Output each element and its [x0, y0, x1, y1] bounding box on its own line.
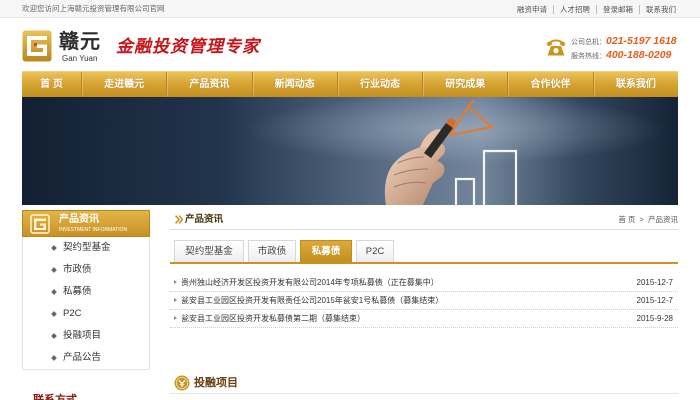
breadcrumb-home[interactable]: 首 页: [618, 215, 635, 224]
nav-item-research[interactable]: 研究成果: [423, 72, 509, 97]
welcome-text: 欢迎您访问上海赣元投资管理有限公司官网: [22, 4, 165, 13]
tab-contract-fund[interactable]: 契约型基金: [174, 240, 244, 262]
slogan: 金融投资管理专家: [116, 37, 260, 57]
sidebar-item-contract-fund[interactable]: 契约型基金: [23, 237, 149, 259]
breadcrumb-current: 产品资讯: [648, 215, 678, 224]
hotline-block: 公司总机：021-5197 1618 服务热线：400-188-0209: [545, 33, 678, 61]
gan-yuan-logo-icon: [30, 214, 50, 234]
top-link-careers[interactable]: 人才招聘: [553, 4, 596, 14]
sidebar-item-label: 产品公告: [63, 352, 102, 363]
list-item[interactable]: 瓮安县工业园区投资开发有限责任公司2015年瓮安1号私募债（募集结束） 2015…: [170, 292, 678, 310]
sidebar-item-p2c[interactable]: P2C: [23, 303, 149, 325]
content-header: 产品资讯 首 页 > 产品资讯: [170, 210, 678, 230]
sidebar-header: 产品资讯 INVESTMENT INFORMATION: [22, 210, 150, 237]
top-link-contact[interactable]: 联系我们: [639, 4, 678, 14]
diamond-bullet-icon: [51, 311, 57, 317]
tab-p2c[interactable]: P2C: [356, 240, 394, 262]
diamond-bullet-icon: [51, 355, 57, 361]
page-title: 产品资讯: [185, 214, 224, 225]
top-link-mail-login[interactable]: 登录邮箱: [596, 4, 639, 14]
brand-name-cn: 赣元: [59, 31, 101, 53]
phone-icon: [546, 39, 566, 56]
investment-projects-section-header: 投融项目: [170, 373, 678, 394]
coin-badge-icon: [174, 375, 190, 391]
list-item-title[interactable]: 瓮安县工业园区投资开发私募债第二期（募集结束）: [181, 310, 365, 327]
triangle-bullet-icon: [174, 298, 177, 302]
diamond-bullet-icon: [51, 267, 57, 273]
nav-item-news[interactable]: 新闻动态: [253, 72, 338, 97]
product-list: 贵州独山经济开发区投资开发有限公司2014年专项私募债（正在募集中） 2015-…: [170, 274, 678, 328]
section-title: 投融项目: [194, 377, 238, 389]
top-bar: 欢迎您访问上海赣元投资管理有限公司官网 融资申请 人才招聘 登录邮箱 联系我们: [0, 0, 700, 18]
double-chevron-icon: [175, 215, 183, 224]
sidebar-contact-title: 联系方式: [33, 394, 77, 400]
sidebar-item-product-notices[interactable]: 产品公告: [23, 347, 149, 369]
hotline-service-label: 服务热线：: [571, 53, 606, 60]
triangle-bullet-icon: [174, 316, 177, 320]
hotline-service-number: 400-188-0209: [606, 49, 672, 61]
list-item[interactable]: 瓮安县工业园区投资开发私募债第二期（募集结束） 2015-9-28: [170, 310, 678, 328]
page: 欢迎您访问上海赣元投资管理有限公司官网 融资申请 人才招聘 登录邮箱 联系我们 …: [0, 0, 700, 400]
list-item-date: 2015-9-28: [636, 314, 673, 323]
sidebar-item-label: 契约型基金: [63, 242, 111, 253]
sidebar-item-label: 市政债: [63, 264, 92, 275]
brand-name-en: Gan Yuan: [62, 54, 98, 63]
banner-glow: [22, 97, 678, 205]
gan-yuan-logo-icon: [22, 30, 52, 62]
nav-item-partners[interactable]: 合作伙伴: [508, 72, 594, 97]
breadcrumb-separator: >: [639, 215, 644, 224]
top-links: 融资申请 人才招聘 登录邮箱 联系我们: [511, 0, 678, 18]
nav-item-industry[interactable]: 行业动态: [338, 72, 424, 97]
breadcrumb: 首 页 > 产品资讯: [616, 210, 678, 229]
nav-item-about[interactable]: 走进赣元: [82, 72, 168, 97]
product-tabs: 契约型基金 市政债 私募债 P2C: [170, 240, 678, 264]
sidebar-item-label: 投融项目: [63, 330, 102, 341]
diamond-bullet-icon: [51, 245, 57, 251]
sidebar-item-label: 私募债: [63, 286, 92, 297]
sidebar-item-private-bond[interactable]: 私募债: [23, 281, 149, 303]
list-item-date: 2015-12-7: [636, 296, 673, 305]
brand-logo-link[interactable]: 赣元 Gan Yuan: [22, 29, 108, 64]
hotline-main-label: 公司总机：: [571, 39, 606, 46]
tab-municipal-bond[interactable]: 市政债: [248, 240, 296, 262]
tab-private-bond[interactable]: 私募债: [300, 240, 352, 262]
main-nav: 首 页 走进赣元 产品资讯 新闻动态 行业动态 研究成果 合作伙伴 联系我们: [22, 71, 678, 97]
list-item-title[interactable]: 贵州独山经济开发区投资开发有限公司2014年专项私募债（正在募集中）: [181, 274, 439, 291]
list-item-title[interactable]: 瓮安县工业园区投资开发有限责任公司2015年瓮安1号私募债（募集结束）: [181, 292, 443, 309]
sidebar-item-municipal-bond[interactable]: 市政债: [23, 259, 149, 281]
sidebar-menu: 契约型基金 市政债 私募债 P2C 投融项目 产品公告: [22, 237, 150, 370]
list-item[interactable]: 贵州独山经济开发区投资开发有限公司2014年专项私募债（正在募集中） 2015-…: [170, 274, 678, 292]
sidebar-item-label: P2C: [63, 308, 82, 319]
hotline-main-number: 021-5197 1618: [606, 35, 677, 47]
sidebar-item-investment-projects[interactable]: 投融项目: [23, 325, 149, 347]
diamond-bullet-icon: [51, 289, 57, 295]
list-item-date: 2015-12-7: [636, 278, 673, 287]
diamond-bullet-icon: [51, 333, 57, 339]
top-link-financing[interactable]: 融资申请: [511, 5, 553, 14]
hotline-service: 服务热线：400-188-0209: [571, 47, 671, 63]
nav-item-products[interactable]: 产品资讯: [167, 72, 253, 97]
triangle-bullet-icon: [174, 280, 177, 284]
banner-image: [22, 97, 678, 205]
nav-item-contact[interactable]: 联系我们: [594, 72, 678, 97]
nav-item-home[interactable]: 首 页: [22, 72, 82, 97]
sidebar-title: 产品资讯: [59, 214, 99, 225]
sidebar-subtitle: INVESTMENT INFORMATION: [59, 227, 128, 233]
